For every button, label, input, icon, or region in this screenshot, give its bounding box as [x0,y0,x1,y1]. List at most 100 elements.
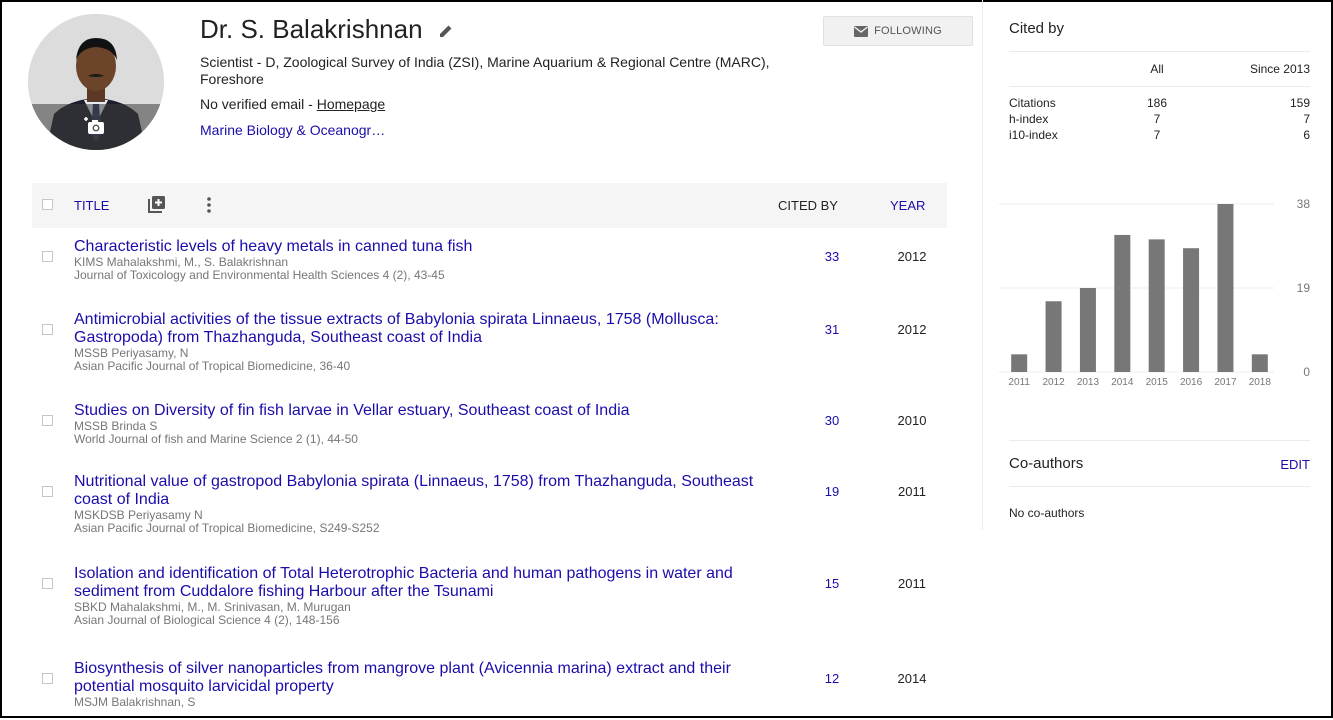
profile-email-line: No verified email - Homepage [200,96,385,112]
article-venue: World Journal of fish and Marine Science… [74,432,358,446]
articles-table-header: TITLE CITED BY YEAR [32,183,947,228]
chart-bar[interactable] [1045,301,1062,372]
profile-name-row: Dr. S. Balakrishnan [200,14,454,45]
edit-pencil-icon[interactable] [438,23,454,39]
article-cited-count[interactable]: 15 [812,576,852,591]
stats-col-all: All [1150,62,1164,76]
citation-stats-table: All Since 2013 Citations 186 159 h-index… [1009,62,1310,144]
stats-col-since: Since 2013 [1249,62,1310,76]
chart-x-tick-label: 2013 [1077,377,1100,388]
chart-y-tick-label: 19 [1297,281,1311,295]
chart-x-tick-label: 2015 [1146,377,1169,388]
edit-coauthors-button[interactable]: EDIT [1280,457,1310,472]
cited-by-heading: Cited by [1009,20,1065,37]
article-row: Antimicrobial activities of the tissue e… [32,311,947,402]
divider [1009,51,1310,52]
stats-row-i10-index: i10-index 7 6 [1009,128,1310,144]
citations-per-year-chart: 0 19 38 2011 2012 2013 2014 2015 2016 2017 2018 [999,192,1319,402]
article-checkbox[interactable] [42,486,53,497]
article-authors: MSJM Balakrishnan, S [74,695,196,709]
divider [1009,486,1310,487]
chart-bar[interactable] [1183,248,1200,372]
stats-row-citations: Citations 186 159 [1009,96,1310,112]
homepage-link[interactable]: Homepage [317,96,386,112]
article-year: 2011 [898,576,926,591]
select-all-checkbox[interactable] [42,199,53,210]
article-cited-count[interactable]: 19 [812,484,852,499]
chart-bar[interactable] [1079,288,1096,372]
article-checkbox[interactable] [42,578,53,589]
chart-x-tick-label: 2014 [1111,377,1134,388]
stats-all-value: 7 [1153,112,1161,126]
stats-label: i10-index [1009,128,1058,142]
chart-bar[interactable] [1114,234,1131,372]
stats-since-value: 6 [1303,128,1310,142]
article-title-link[interactable]: Biosynthesis of silver nanoparticles fro… [74,660,731,695]
article-checkbox[interactable] [42,324,53,335]
avatar[interactable] [28,14,164,150]
following-button[interactable]: FOLLOWING [823,16,973,46]
article-year: 2010 [897,413,927,428]
stats-label: Citations [1009,96,1056,110]
no-coauthors-text: No co-authors [1009,506,1085,520]
stats-header-row: All Since 2013 [1009,62,1310,96]
article-row: Isolation and identification of Total He… [32,565,947,660]
article-cited-count[interactable]: 12 [812,671,852,686]
chart-bar[interactable] [1011,354,1028,372]
article-checkbox[interactable] [42,415,53,426]
following-label: FOLLOWING [874,25,942,37]
article-venue: Asian Pacific Journal of Tropical Biomed… [74,521,380,535]
stats-label: h-index [1009,112,1049,126]
article-title-link[interactable]: Antimicrobial activities of the tissue e… [74,311,719,346]
chart-bar[interactable] [1251,354,1268,372]
add-article-icon[interactable] [148,195,166,213]
sort-by-year[interactable]: YEAR [890,198,925,213]
chart-y-tick-label: 0 [1303,365,1310,379]
article-title-link[interactable]: Isolation and identification of Total He… [74,565,733,600]
article-checkbox[interactable] [42,251,53,262]
chart-x-tick-label: 2016 [1180,377,1203,388]
chart-x-tick-label: 2011 [1008,377,1030,388]
article-title-link[interactable]: Characteristic levels of heavy metals in… [74,238,472,255]
article-cited-count[interactable]: 31 [812,322,852,337]
sidebar-cited-by: Cited by All Since 2013 Citations 186 15… [982,0,1328,530]
more-vert-icon[interactable] [202,195,216,215]
article-checkbox[interactable] [42,673,53,684]
chart-x-tick-label: 2017 [1214,377,1237,388]
article-row: Studies on Diversity of fin fish larvae … [32,402,947,473]
sort-by-title[interactable]: TITLE [74,198,109,213]
chart-bar[interactable] [1217,204,1234,372]
article-venue: Asian Pacific Journal of Tropical Biomed… [74,359,351,373]
sort-by-cited[interactable]: CITED BY [778,198,838,213]
article-title-link[interactable]: Studies on Diversity of fin fish larvae … [74,402,630,419]
article-row: Biosynthesis of silver nanoparticles fro… [32,660,947,720]
citations-chart-svg: 0 19 38 2011 2012 2013 2014 2015 2016 2017 2018 [999,197,1311,388]
article-venue: Asian Journal of Biological Science 4 (2… [74,613,340,627]
chart-bar[interactable] [1148,239,1165,372]
add-photo-icon[interactable] [84,114,108,138]
research-interest-link[interactable]: Marine Biology & Oceanogr… [200,122,385,138]
stats-row-h-index: h-index 7 7 [1009,112,1310,128]
stats-since-value: 159 [1289,96,1310,110]
article-cited-count[interactable]: 30 [812,413,852,428]
divider [1009,440,1310,441]
article-cited-count[interactable]: 33 [812,249,852,264]
article-year: 2014 [897,671,927,686]
article-year: 2012 [897,249,927,264]
envelope-icon [854,25,869,37]
articles-list: Characteristic levels of heavy metals in… [32,238,947,720]
profile-name: Dr. S. Balakrishnan [200,14,423,44]
chart-x-tick-label: 2012 [1042,377,1065,388]
email-status: No verified email - [200,96,317,112]
article-title-link[interactable]: Nutritional value of gastropod Babylonia… [74,473,753,508]
article-year: 2012 [897,322,927,337]
stats-all-value: 7 [1153,128,1161,142]
article-row: Nutritional value of gastropod Babylonia… [32,473,947,565]
article-year: 2011 [898,484,926,499]
stats-all-value: 186 [1146,96,1168,110]
coauthors-heading: Co-authors [1009,455,1084,472]
article-row: Characteristic levels of heavy metals in… [32,238,947,311]
chart-y-tick-label: 38 [1297,197,1311,211]
article-venue: Journal of Toxicology and Environmental … [74,268,445,282]
divider [1009,86,1310,87]
